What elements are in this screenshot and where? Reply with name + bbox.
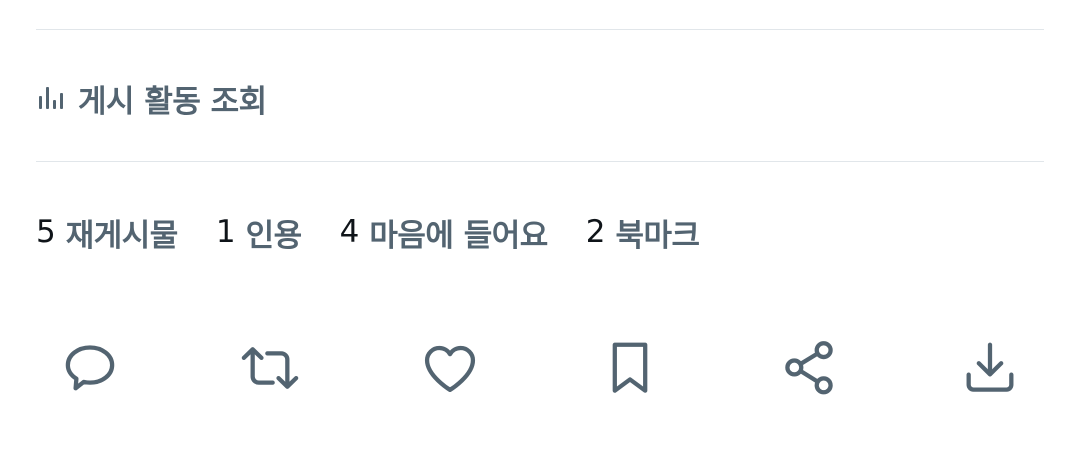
repost-icon xyxy=(241,347,299,389)
download-icon xyxy=(966,342,1014,392)
bar-chart-icon xyxy=(36,83,66,113)
bookmarks-label: 북마크 xyxy=(615,217,701,254)
divider-middle xyxy=(36,161,1044,162)
reply-button[interactable] xyxy=(50,328,130,408)
likes-stat[interactable]: 4 마음에 들어요 xyxy=(339,210,549,255)
engagement-stats: 5 재게시물 1 인용 4 마음에 들어요 2 북마크 xyxy=(36,204,738,260)
quotes-stat[interactable]: 1 인용 xyxy=(216,210,302,255)
bookmark-icon xyxy=(612,342,648,393)
share-icon xyxy=(785,341,833,395)
reply-icon xyxy=(65,345,115,391)
reposts-stat[interactable]: 5 재게시물 xyxy=(36,210,178,255)
reposts-count: 5 xyxy=(36,214,56,250)
divider-top xyxy=(36,29,1044,30)
post-activity-label: 게시 활동 조회 xyxy=(78,83,267,120)
bookmark-button[interactable] xyxy=(590,328,670,408)
download-button[interactable] xyxy=(950,328,1030,408)
reposts-label: 재게시물 xyxy=(65,217,179,254)
likes-label: 마음에 들어요 xyxy=(369,217,548,254)
quotes-count: 1 xyxy=(215,214,236,250)
post-action-bar xyxy=(0,328,1080,408)
share-button[interactable] xyxy=(769,328,849,408)
heart-icon xyxy=(424,345,476,392)
bookmarks-stat[interactable]: 2 북마크 xyxy=(586,210,700,255)
quotes-label: 인용 xyxy=(245,217,303,254)
view-post-activity-link[interactable]: 게시 활동 조회 xyxy=(36,70,267,126)
bookmarks-count: 2 xyxy=(585,214,606,250)
likes-count: 4 xyxy=(339,214,360,250)
repost-button[interactable] xyxy=(230,328,310,408)
like-button[interactable] xyxy=(410,328,490,408)
